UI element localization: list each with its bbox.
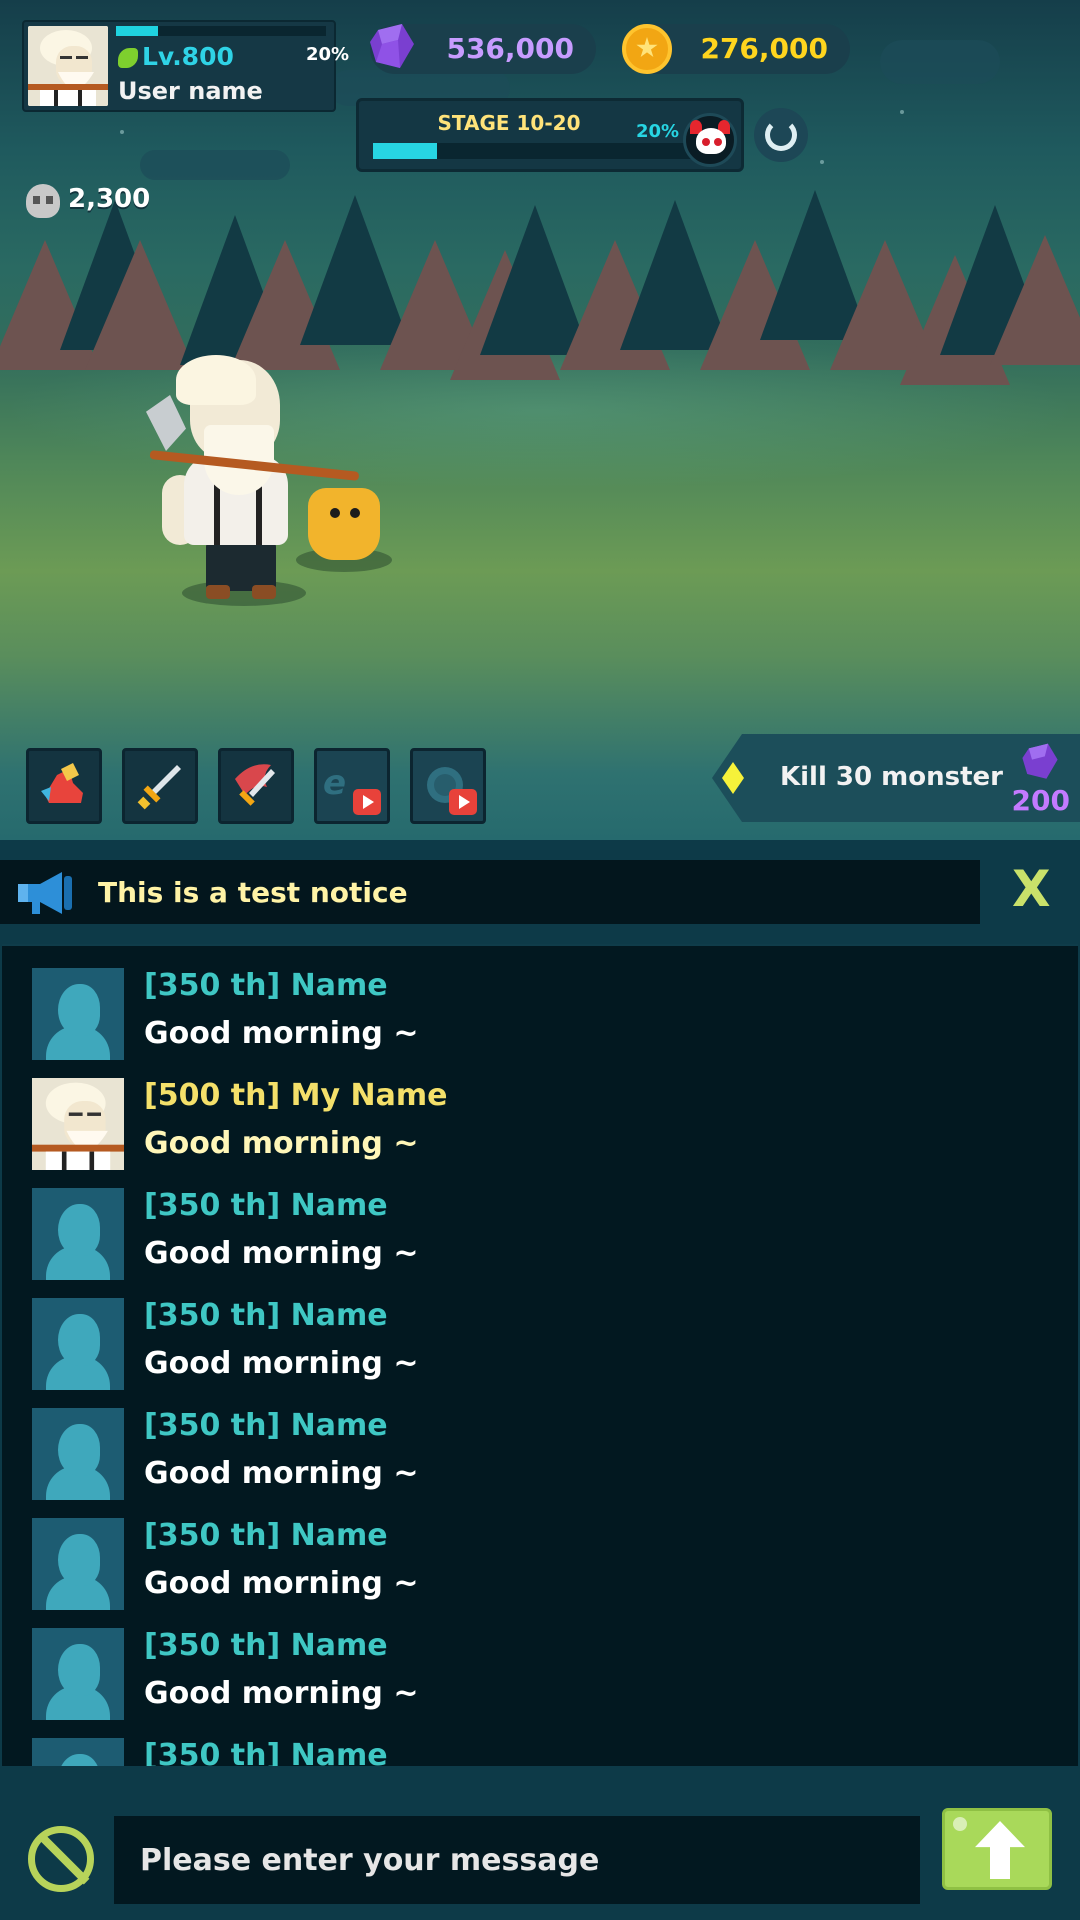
player-name: User name [118,77,263,105]
chat-sender-name[interactable]: [350 th] Name [144,1408,388,1443]
chat-message[interactable]: [350 th] Name [32,1738,1032,1766]
chat-message-text: Good morning ~ [144,1566,419,1601]
chat-panel: This is a test notice X [350 th] Name Goo… [0,840,1080,1920]
user-avatar[interactable] [32,1408,124,1500]
stage-progress-fill [373,143,437,159]
star [900,110,904,114]
chat-message[interactable]: [350 th] Name Good morning ~ [32,1408,1032,1504]
chat-message-list[interactable]: [350 th] Name Good morning ~ [500 th] My N… [2,944,1078,1766]
player-avatar[interactable] [28,26,108,106]
user-avatar[interactable] [32,1738,124,1766]
leaf-icon [118,48,138,68]
chat-message-text: Good morning ~ [144,1676,419,1711]
xp-progress-bar [116,26,326,36]
cloud [140,150,290,180]
xp-percent: 20% [306,44,350,65]
skill-boot-button[interactable] [26,748,102,824]
skill-flame-sword-button[interactable] [218,748,294,824]
exp-boost-ad-button[interactable]: e [314,748,390,824]
skull-icon [26,184,60,218]
video-ad-icon [353,789,381,815]
quest-reward-amount: 200 [1011,784,1070,817]
gold-coin-icon [622,24,672,74]
refresh-icon [765,119,797,151]
gold-boost-ad-button[interactable] [410,748,486,824]
pine-tree [990,235,1080,365]
chat-message-text: Good morning ~ [144,1346,419,1381]
pine-tree [85,240,195,370]
chat-sender-name[interactable]: [500 th] My Name [144,1078,447,1113]
user-avatar[interactable] [32,1628,124,1720]
video-ad-icon [449,789,477,815]
kill-count: 2,300 [68,184,151,214]
chat-sender-name[interactable]: [350 th] Name [144,1738,388,1766]
chat-message-text: Good morning ~ [144,1126,419,1161]
chat-message-text: Good morning ~ [144,1016,419,1051]
skill-sword-button[interactable] [122,748,198,824]
send-button[interactable] [942,1808,1052,1890]
message-input[interactable] [114,1816,920,1904]
hero-portrait-icon [32,1078,124,1170]
close-notice-button[interactable]: X [1012,864,1051,914]
gem-icon [1022,743,1058,779]
chat-message[interactable]: [500 th] My Name Good morning ~ [32,1078,1032,1174]
star [820,160,824,164]
refresh-button[interactable] [754,108,808,162]
boss-skull-icon[interactable] [683,113,737,167]
player-level: Lv.800 [142,42,234,71]
boot-icon [41,763,83,803]
gold-amount: 276,000 [700,32,828,65]
gem-icon [370,24,414,68]
chat-message[interactable]: [350 th] Name Good morning ~ [32,1298,1032,1394]
user-avatar[interactable] [32,1298,124,1390]
gem-amount: 536,000 [446,32,574,65]
chat-message[interactable]: [350 th] Name Good morning ~ [32,968,1032,1064]
user-avatar[interactable] [32,968,124,1060]
chat-input-row [0,1790,1080,1920]
hero-character [146,355,360,605]
notice-text: This is a test notice [98,876,408,909]
chat-sender-name[interactable]: [350 th] Name [144,968,388,1003]
quest-text: Kill 30 monster [780,762,1003,792]
hero-portrait-icon [28,26,108,106]
stage-percent: 20% [636,121,680,142]
star [120,130,124,134]
chat-message[interactable]: [350 th] Name Good morning ~ [32,1188,1032,1284]
player-info-panel[interactable]: Lv.800 20% User name [22,20,349,112]
flame-sword-icon [235,764,275,806]
gold-counter[interactable]: 276,000 [622,24,850,74]
chat-message[interactable]: [350 th] Name Good morning ~ [32,1628,1032,1724]
chat-message[interactable]: [350 th] Name Good morning ~ [32,1518,1032,1614]
xp-progress-fill [116,26,158,36]
chat-sender-name[interactable]: [350 th] Name [144,1298,388,1333]
user-avatar[interactable] [32,1518,124,1610]
stage-progress-panel: STAGE 10-20 20% [356,98,744,172]
exp-icon: e [323,763,347,803]
chat-message-text: Good morning ~ [144,1456,419,1491]
block-icon[interactable] [28,1826,94,1892]
pet-character [308,488,380,560]
stage-progress-bar [373,143,693,159]
notice-bar: This is a test notice [0,860,980,924]
user-avatar[interactable] [32,1188,124,1280]
chat-sender-name[interactable]: [350 th] Name [144,1518,388,1553]
up-arrow-icon [975,1821,1025,1879]
cloud [880,40,1000,84]
game-scene: Lv.800 20% User name 536,000 276,000 STA… [0,0,1080,840]
stage-label: STAGE 10-20 [437,111,581,135]
megaphone-icon [18,872,72,914]
gem-counter[interactable]: 536,000 [370,24,596,74]
sword-icon [137,765,181,810]
chat-sender-name[interactable]: [350 th] Name [144,1628,388,1663]
my-avatar[interactable] [32,1078,124,1170]
chat-message-text: Good morning ~ [144,1236,419,1271]
chat-sender-name[interactable]: [350 th] Name [144,1188,388,1223]
